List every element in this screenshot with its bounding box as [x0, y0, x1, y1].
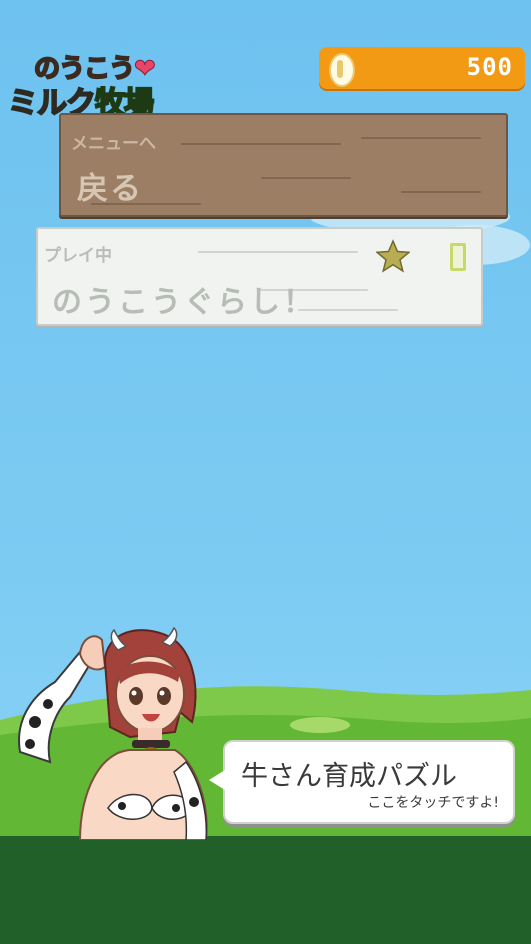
coin-icon	[329, 53, 355, 87]
back-panel-subtitle: メニューへ	[71, 134, 156, 154]
star-icon	[376, 239, 410, 273]
bubble-tail	[209, 770, 225, 790]
play-panel-title: のうこうぐらし！	[52, 285, 316, 320]
back-panel-label: 戻る	[77, 171, 143, 207]
battery-icon	[450, 243, 466, 271]
game-logo: のうこう❤ ミルク牧場	[6, 48, 176, 122]
ground-bar	[0, 836, 531, 944]
bubble-title: 牛さん育成パズル	[241, 761, 457, 792]
coin-counter: 500	[319, 47, 525, 89]
play-panel-subtitle: プレイ中	[44, 246, 112, 266]
coin-count: 500	[466, 53, 513, 81]
puzzle-speech-bubble-button[interactable]: 牛さん育成パズル ここをタッチですよ!	[209, 740, 515, 824]
back-to-menu-button[interactable]: メニューへ 戻る	[59, 113, 508, 217]
cow-girl-character	[18, 626, 208, 840]
now-playing-panel[interactable]: プレイ中 のうこうぐらし！	[36, 227, 483, 326]
bubble-subtitle: ここをタッチですよ!	[367, 795, 499, 811]
